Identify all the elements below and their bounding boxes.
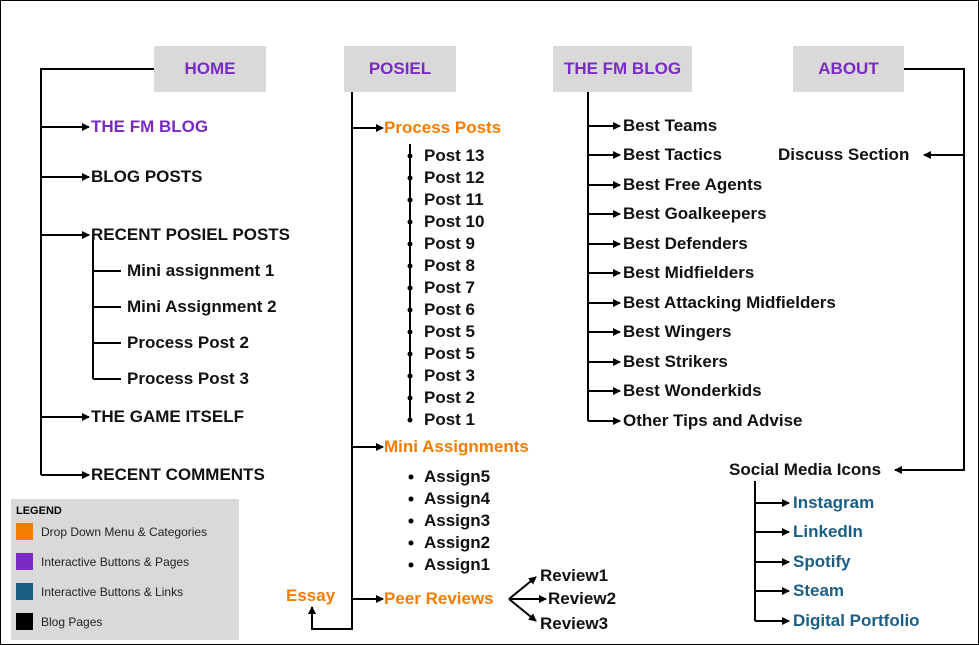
recent-posiel-post[interactable]: Process Post 3 [127, 368, 249, 390]
home-item[interactable]: RECENT POSIEL POSTS [91, 224, 290, 246]
bullet [407, 153, 413, 159]
home-item[interactable]: BLOG POSTS [91, 166, 202, 188]
process-post[interactable]: Post 6 [424, 299, 475, 321]
process-posts-category[interactable]: Process Posts [384, 117, 501, 139]
nav-fm-blog[interactable]: THE FM BLOG [553, 46, 692, 92]
social-link[interactable]: Digital Portfolio [793, 610, 920, 632]
connector [508, 576, 537, 600]
social-media-icons: Social Media Icons [729, 460, 882, 479]
bullet [408, 540, 414, 546]
legend: LEGEND Drop Down Menu & Categories Intera… [11, 499, 239, 640]
discuss-section[interactable]: Discuss Section [778, 144, 909, 166]
process-post[interactable]: Post 7 [424, 277, 475, 299]
bullet [407, 417, 413, 423]
process-post[interactable]: Post 5 [424, 343, 475, 365]
bullet [407, 285, 413, 291]
recent-posiel-post[interactable]: Mini Assignment 2 [127, 296, 277, 318]
fm-blog-item[interactable]: Best Midfielders [623, 262, 754, 284]
nav-about[interactable]: ABOUT [793, 46, 904, 92]
home-item[interactable]: RECENT COMMENTS [91, 464, 265, 486]
social-link[interactable]: Instagram [793, 492, 874, 514]
process-post[interactable]: Post 10 [424, 211, 484, 233]
legend-swatch [16, 523, 33, 540]
process-post[interactable]: Post 5 [424, 321, 475, 343]
fm-blog-item[interactable]: Best Attacking Midfielders [623, 292, 836, 314]
legend-label: Blog Pages [41, 614, 103, 629]
bullet [407, 307, 413, 313]
social-link[interactable]: Steam [793, 580, 844, 602]
bullet [408, 496, 414, 502]
mini-assignments-category[interactable]: Mini Assignments [384, 436, 529, 458]
legend-swatch [16, 583, 33, 600]
home-item[interactable]: THE FM BLOG [91, 116, 208, 138]
mini-assignment[interactable]: Assign5 [424, 466, 490, 488]
mini-assignment[interactable]: Assign2 [424, 532, 490, 554]
peer-review[interactable]: Review3 [540, 613, 608, 635]
legend-swatch [16, 553, 33, 570]
legend-swatch [16, 613, 33, 630]
home-item[interactable]: THE GAME ITSELF [91, 406, 244, 428]
fm-blog-item[interactable]: Best Teams [623, 115, 717, 137]
fm-blog-item[interactable]: Other Tips and Advise [623, 410, 803, 432]
bullet [407, 373, 413, 379]
bullet [407, 351, 413, 357]
legend-label: Interactive Buttons & Pages [41, 554, 190, 569]
sitemap-diagram: HOME POSIEL THE FM BLOG ABOUT LEGEND Dro… [0, 0, 979, 645]
peer-review[interactable]: Review2 [548, 588, 616, 610]
nav-home[interactable]: HOME [154, 46, 266, 92]
mini-assignment[interactable]: Assign1 [424, 554, 490, 576]
essay-category[interactable]: Essay [286, 585, 335, 607]
fm-blog-item[interactable]: Best Free Agents [623, 174, 762, 196]
peer-reviews-category[interactable]: Peer Reviews [384, 588, 494, 610]
fm-blog-item[interactable]: Best Tactics [623, 144, 722, 166]
legend-title: LEGEND [16, 505, 62, 517]
bullet [407, 329, 413, 335]
fm-blog-item[interactable]: Best Defenders [623, 233, 748, 255]
mini-assignment[interactable]: Assign4 [424, 488, 490, 510]
bullet [407, 263, 413, 269]
process-post[interactable]: Post 12 [424, 167, 484, 189]
legend-label: Drop Down Menu & Categories [41, 524, 208, 539]
legend-item: Interactive Buttons & Links [16, 583, 183, 600]
recent-posiel-post[interactable]: Mini assignment 1 [127, 260, 274, 282]
legend-item: Blog Pages [16, 613, 102, 630]
fm-blog-item[interactable]: Best Wonderkids [623, 380, 762, 402]
mini-assignment[interactable]: Assign3 [424, 510, 490, 532]
fm-blog-item[interactable]: Best Wingers [623, 321, 731, 343]
process-post[interactable]: Post 1 [424, 409, 475, 431]
bullet [408, 562, 414, 568]
process-post[interactable]: Post 8 [424, 255, 475, 277]
recent-posiel-post[interactable]: Process Post 2 [127, 332, 249, 354]
social-link[interactable]: LinkedIn [793, 521, 863, 543]
bullet [407, 241, 413, 247]
bullet [407, 175, 413, 181]
connector [894, 68, 965, 474]
legend-item: Drop Down Menu & Categories [16, 523, 207, 540]
legend-label: Interactive Buttons & Links [41, 584, 184, 599]
bullet [408, 474, 414, 480]
bullet [408, 518, 414, 524]
process-post[interactable]: Post 2 [424, 387, 475, 409]
bullet [407, 197, 413, 203]
legend-item: Interactive Buttons & Pages [16, 553, 189, 570]
bullet [407, 395, 413, 401]
connector [508, 598, 537, 622]
bullet [407, 219, 413, 225]
process-post[interactable]: Post 13 [424, 145, 484, 167]
fm-blog-item[interactable]: Best Goalkeepers [623, 203, 767, 225]
connector [308, 92, 353, 630]
nav-posiel[interactable]: POSIEL [344, 46, 456, 92]
process-post[interactable]: Post 3 [424, 365, 475, 387]
process-post[interactable]: Post 9 [424, 233, 475, 255]
social-link[interactable]: Spotify [793, 551, 851, 573]
fm-blog-item[interactable]: Best Strikers [623, 351, 728, 373]
peer-review[interactable]: Review1 [540, 565, 608, 587]
process-post[interactable]: Post 11 [424, 189, 484, 211]
